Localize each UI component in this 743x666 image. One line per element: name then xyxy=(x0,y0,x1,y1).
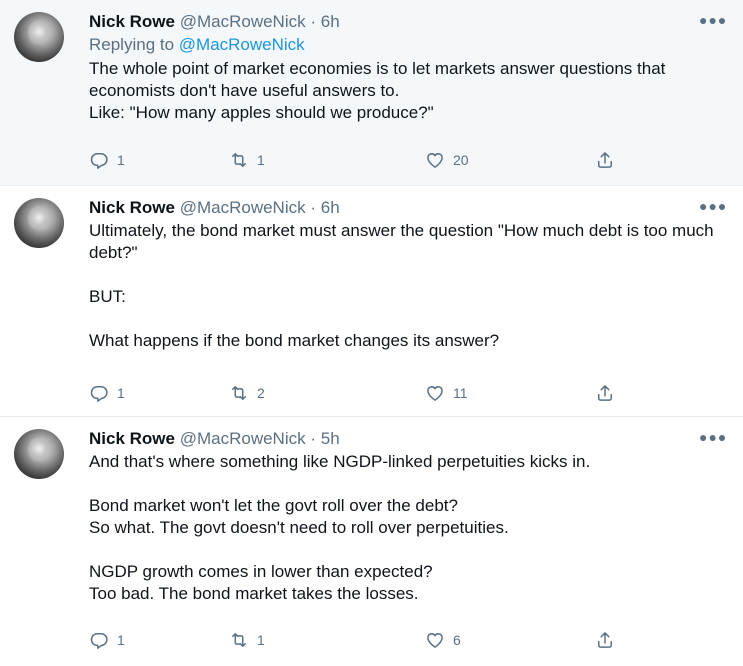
tweet-content: Nick Rowe @MacRoweNick · 5h ●●● And that… xyxy=(89,427,726,605)
like-count: 6 xyxy=(453,632,461,648)
retweet-count: 1 xyxy=(257,632,265,648)
like-button[interactable]: 11 xyxy=(425,383,468,403)
like-button[interactable]: 6 xyxy=(425,630,461,650)
retweet-button[interactable]: 1 xyxy=(229,630,265,650)
reply-count: 1 xyxy=(117,632,125,648)
avatar[interactable] xyxy=(14,429,64,479)
heart-icon xyxy=(427,386,443,401)
more-options-icon[interactable]: ●●● xyxy=(699,427,726,451)
share-button[interactable] xyxy=(595,630,615,650)
tweet-actions: 1 1 20 xyxy=(89,150,629,172)
tweet-paragraph: BUT: xyxy=(89,287,126,306)
more-options-icon[interactable]: ●●● xyxy=(699,10,726,34)
tweet-text: And that's where something like NGDP-lin… xyxy=(89,451,723,605)
author-handle[interactable]: @MacRoweNick xyxy=(180,429,306,448)
tweet-paragraph: NGDP growth comes in lower than expected… xyxy=(89,562,433,603)
retweet-button[interactable]: 1 xyxy=(229,150,265,170)
tweet-paragraph: Bond market won't let the govt roll over… xyxy=(89,496,509,537)
like-button[interactable]: 20 xyxy=(425,150,469,170)
avatar[interactable] xyxy=(14,198,64,248)
replying-to: Replying to @MacRoweNick xyxy=(89,34,723,56)
retweet-count: 2 xyxy=(257,385,265,401)
like-count: 20 xyxy=(453,152,469,168)
replying-to-link[interactable]: @MacRoweNick xyxy=(179,35,305,54)
reply-count: 1 xyxy=(117,385,125,401)
tweet-text: The whole point of market economies is t… xyxy=(89,58,723,124)
more-options-icon[interactable]: ●●● xyxy=(699,196,726,220)
timestamp[interactable]: 6h xyxy=(321,198,340,217)
share-button[interactable] xyxy=(595,383,615,403)
separator-dot: · xyxy=(310,198,317,217)
tweet-paragraph: The whole point of market economies is t… xyxy=(89,59,666,122)
author-handle[interactable]: @MacRoweNick xyxy=(180,12,306,31)
separator-dot: · xyxy=(310,429,317,448)
heart-icon xyxy=(427,633,443,648)
tweet-paragraph: And that's where something like NGDP-lin… xyxy=(89,452,591,471)
share-icon xyxy=(598,152,612,168)
tweet-header: Nick Rowe @MacRoweNick · 6h xyxy=(89,198,723,218)
retweet-icon xyxy=(232,153,246,167)
retweet-icon xyxy=(232,386,246,400)
author-handle[interactable]: @MacRoweNick xyxy=(180,198,306,217)
share-icon xyxy=(598,632,612,648)
tweet-paragraph: Ultimately, the bond market must answer … xyxy=(89,221,719,262)
tweet[interactable]: Nick Rowe @MacRoweNick · 5h ●●● And that… xyxy=(0,417,743,666)
retweet-button[interactable]: 2 xyxy=(229,383,265,403)
reply-icon xyxy=(90,633,108,649)
tweet-paragraph: What happens if the bond market changes … xyxy=(89,331,500,350)
reply-button[interactable]: 1 xyxy=(89,383,125,403)
reply-button[interactable]: 1 xyxy=(89,630,125,650)
like-count: 11 xyxy=(453,385,468,401)
replying-to-label: Replying to xyxy=(89,35,179,54)
author-name[interactable]: Nick Rowe xyxy=(89,198,175,217)
tweet-content: Nick Rowe @MacRoweNick · 6h ●●● Ultimate… xyxy=(89,196,726,352)
retweet-count: 1 xyxy=(257,152,265,168)
tweet-header: Nick Rowe @MacRoweNick · 6h xyxy=(89,12,723,32)
share-button[interactable] xyxy=(595,150,615,170)
author-name[interactable]: Nick Rowe xyxy=(89,12,175,31)
author-name[interactable]: Nick Rowe xyxy=(89,429,175,448)
reply-button[interactable]: 1 xyxy=(89,150,125,170)
share-icon xyxy=(598,385,612,401)
reply-icon xyxy=(90,153,108,169)
separator-dot: · xyxy=(310,12,317,31)
avatar[interactable] xyxy=(14,12,64,62)
tweet-content: Nick Rowe @MacRoweNick · 6h ●●● Replying… xyxy=(89,10,726,124)
tweet[interactable]: Nick Rowe @MacRoweNick · 6h ●●● Replying… xyxy=(0,0,743,186)
reply-icon xyxy=(90,386,108,402)
retweet-icon xyxy=(232,633,246,647)
heart-icon xyxy=(427,153,443,168)
tweet-header: Nick Rowe @MacRoweNick · 5h xyxy=(89,429,723,449)
timestamp[interactable]: 6h xyxy=(321,12,340,31)
reply-count: 1 xyxy=(117,152,125,168)
tweet[interactable]: Nick Rowe @MacRoweNick · 6h ●●● Ultimate… xyxy=(0,186,743,417)
tweet-actions: 1 2 11 xyxy=(89,383,629,405)
tweet-text: Ultimately, the bond market must answer … xyxy=(89,220,723,352)
timestamp[interactable]: 5h xyxy=(321,429,340,448)
tweet-actions: 1 1 6 xyxy=(89,630,629,652)
